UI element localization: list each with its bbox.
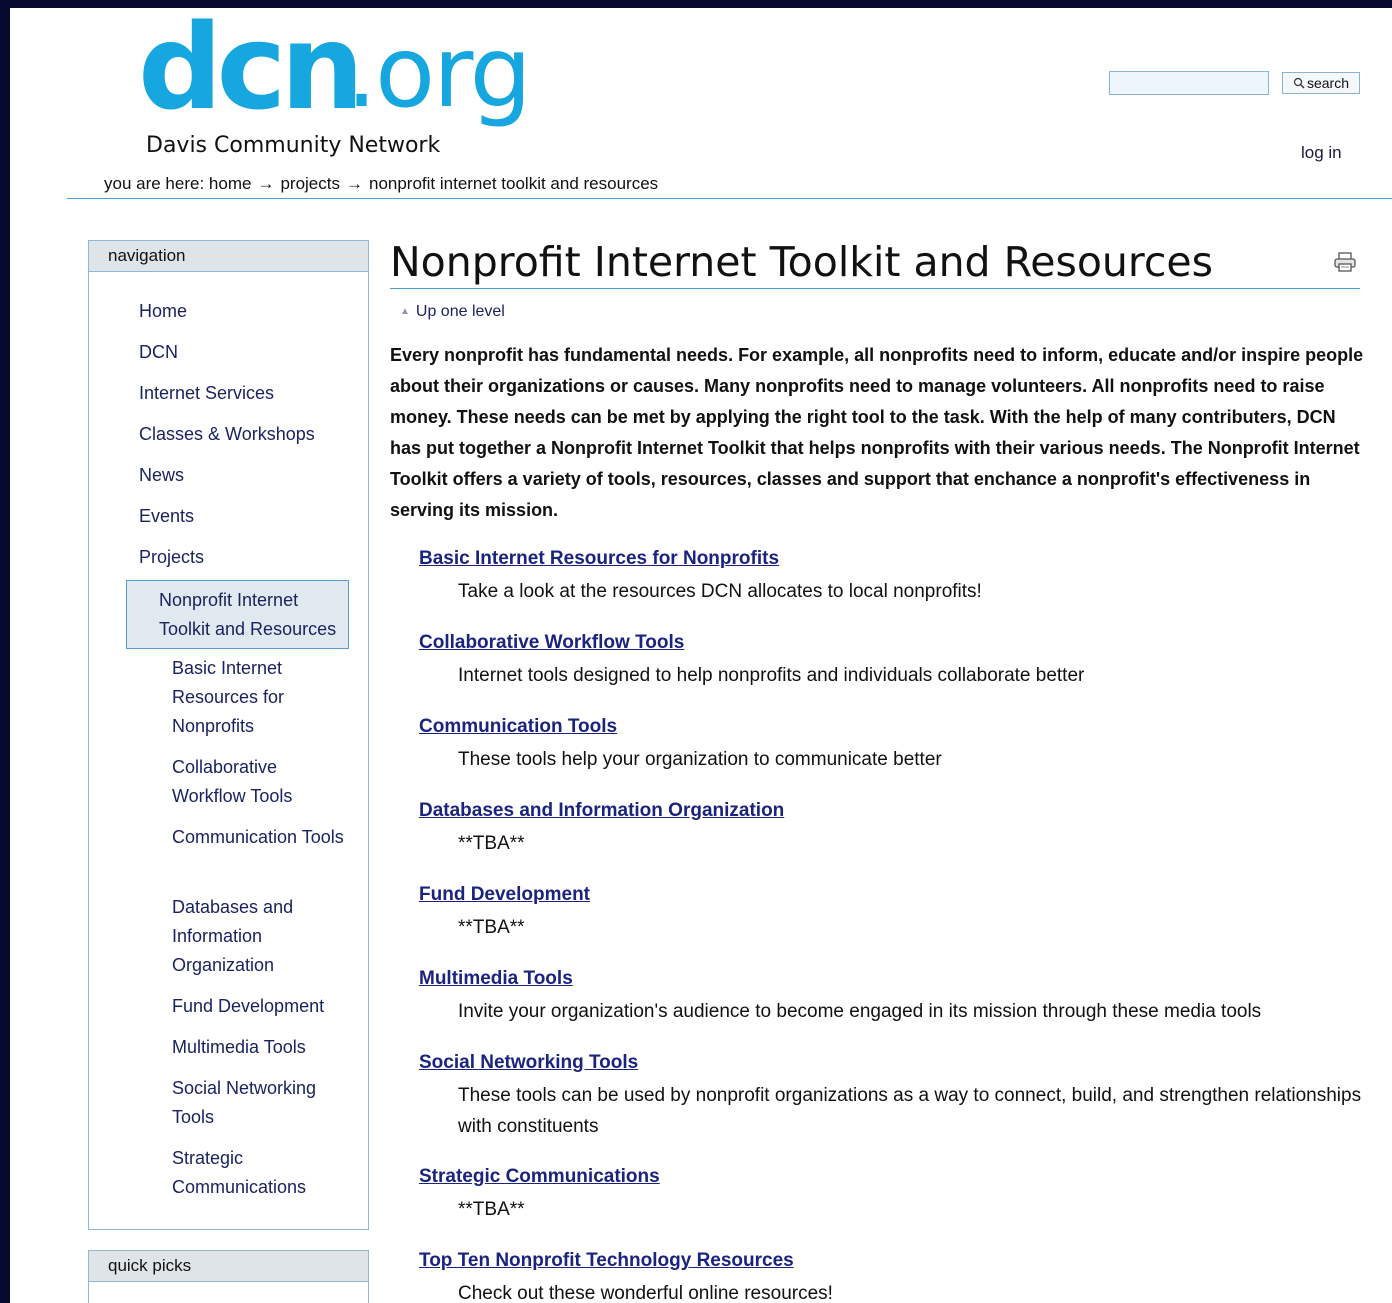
page-frame: dcn .org Davis Community Network search …: [10, 8, 1392, 1303]
nav-subitem-databases[interactable]: Databases and Information Organization: [172, 893, 347, 980]
magnifier-icon: [1293, 77, 1305, 89]
printer-icon[interactable]: [1333, 251, 1357, 273]
entry-desc-collaborative-workflow: Internet tools designed to help nonprofi…: [458, 665, 1085, 686]
up-one-level-link[interactable]: ▲ Up one level: [400, 303, 505, 321]
entry-desc-communication-tools: These tools help your organization to co…: [458, 749, 942, 770]
entry-title-fund-development[interactable]: Fund Development: [419, 884, 590, 906]
breadcrumb-home[interactable]: home: [209, 174, 252, 193]
nav-item-current-toolkit[interactable]: Nonprofit Internet Toolkit and Resources: [126, 580, 349, 649]
up-one-level-label: Up one level: [415, 303, 505, 320]
entry-desc-social-networking: These tools can be used by nonprofit org…: [458, 1085, 1362, 1137]
login-link[interactable]: log in: [1301, 143, 1342, 163]
nav-item-projects[interactable]: Projects: [139, 543, 204, 572]
entry-title-collaborative-workflow[interactable]: Collaborative Workflow Tools: [419, 632, 684, 654]
entry-desc-strategic-communications: **TBA**: [458, 1199, 525, 1220]
search-input[interactable]: [1109, 71, 1269, 95]
quick-picks-portlet: quick picks: [88, 1250, 369, 1303]
entry-title-communication-tools[interactable]: Communication Tools: [419, 716, 617, 738]
navigation-title: navigation: [89, 241, 368, 272]
header-divider: [67, 198, 1392, 199]
navigation-portlet: navigation Home DCN Internet Services Cl…: [88, 240, 369, 1230]
nav-subitem-fund-development[interactable]: Fund Development: [172, 992, 347, 1021]
nav-subitem-communication-tools[interactable]: Communication Tools: [172, 823, 347, 852]
search-button-label: search: [1306, 75, 1350, 91]
nav-item-events[interactable]: Events: [139, 502, 194, 531]
search-button[interactable]: search: [1282, 72, 1360, 94]
entry-title-basic-internet-resources[interactable]: Basic Internet Resources for Nonprofits: [419, 548, 779, 570]
breadcrumb-projects[interactable]: projects: [280, 174, 340, 193]
entry-desc-multimedia-tools: Invite your organization's audience to b…: [458, 1001, 1262, 1022]
nav-item-news[interactable]: News: [139, 461, 184, 490]
entry-desc-fund-development: **TBA**: [458, 917, 525, 938]
breadcrumb-arrow: →: [257, 174, 275, 193]
page-title: Nonprofit Internet Toolkit and Resources: [390, 238, 1214, 286]
entry-desc-top-ten-resources: Check out these wonderful online resourc…: [458, 1283, 833, 1303]
nav-subitem-strategic-communications[interactable]: Strategic Communications: [172, 1144, 347, 1202]
nav-subitem-multimedia-tools[interactable]: Multimedia Tools: [172, 1033, 347, 1062]
entry-title-social-networking[interactable]: Social Networking Tools: [419, 1052, 638, 1074]
entry-title-strategic-communications[interactable]: Strategic Communications: [419, 1166, 660, 1188]
nav-item-classes-workshops[interactable]: Classes & Workshops: [139, 420, 315, 449]
breadcrumb-arrow: →: [345, 174, 363, 193]
entry-title-top-ten-resources[interactable]: Top Ten Nonprofit Technology Resources: [419, 1250, 794, 1272]
nav-item-dcn[interactable]: DCN: [139, 338, 178, 367]
nav-subitem-collaborative-workflow[interactable]: Collaborative Workflow Tools: [172, 753, 347, 811]
quick-picks-title: quick picks: [89, 1251, 368, 1282]
logo-ext-text: .org: [346, 16, 532, 130]
lead-paragraph: Every nonprofit has fundamental needs. F…: [390, 345, 1364, 520]
entry-title-databases[interactable]: Databases and Information Organization: [419, 800, 784, 822]
entry-desc-databases: **TBA**: [458, 833, 525, 854]
breadcrumb: you are here: home → projects → nonprofit in…: [104, 174, 658, 194]
nav-subitem-basic-internet-resources[interactable]: Basic Internet Resources for Nonprofits: [172, 654, 347, 741]
up-triangle-icon: ▲: [400, 306, 410, 317]
logo-main-text: dcn: [138, 8, 364, 136]
title-divider: [390, 288, 1360, 289]
nav-item-internet-services[interactable]: Internet Services: [139, 379, 274, 408]
nav-subitem-social-networking[interactable]: Social Networking Tools: [172, 1074, 347, 1132]
logo-subtitle: Davis Community Network: [146, 133, 441, 158]
entry-desc-basic-internet-resources: Take a look at the resources DCN allocat…: [458, 581, 982, 602]
site-logo[interactable]: dcn .org Davis Community Network: [138, 8, 538, 168]
nav-item-home[interactable]: Home: [139, 297, 187, 326]
breadcrumb-prefix: you are here:: [104, 174, 205, 193]
breadcrumb-current: nonprofit internet toolkit and resources: [368, 174, 659, 193]
entry-title-multimedia-tools[interactable]: Multimedia Tools: [419, 968, 573, 990]
